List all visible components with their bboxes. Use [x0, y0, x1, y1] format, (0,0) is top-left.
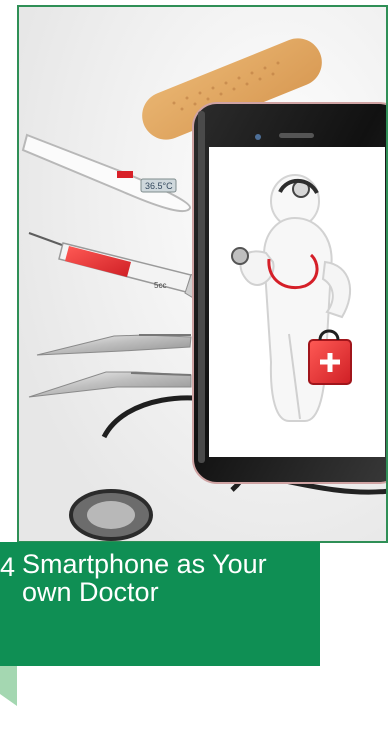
- medical-illustration: 36.5°C 5cc: [19, 7, 386, 541]
- medical-smartphone-image: 36.5°C 5cc: [17, 5, 388, 543]
- card-number: 4: [0, 552, 16, 582]
- thermometer-reading: 36.5°C: [145, 181, 173, 191]
- card-title: Smartphone as Your own Doctor: [22, 549, 267, 607]
- bookmark-tab: [0, 666, 17, 706]
- medical-card: 36.5°C 5cc 4 Smartphone as Your own Doct…: [0, 0, 388, 740]
- syringe-volume: 5cc: [154, 281, 166, 290]
